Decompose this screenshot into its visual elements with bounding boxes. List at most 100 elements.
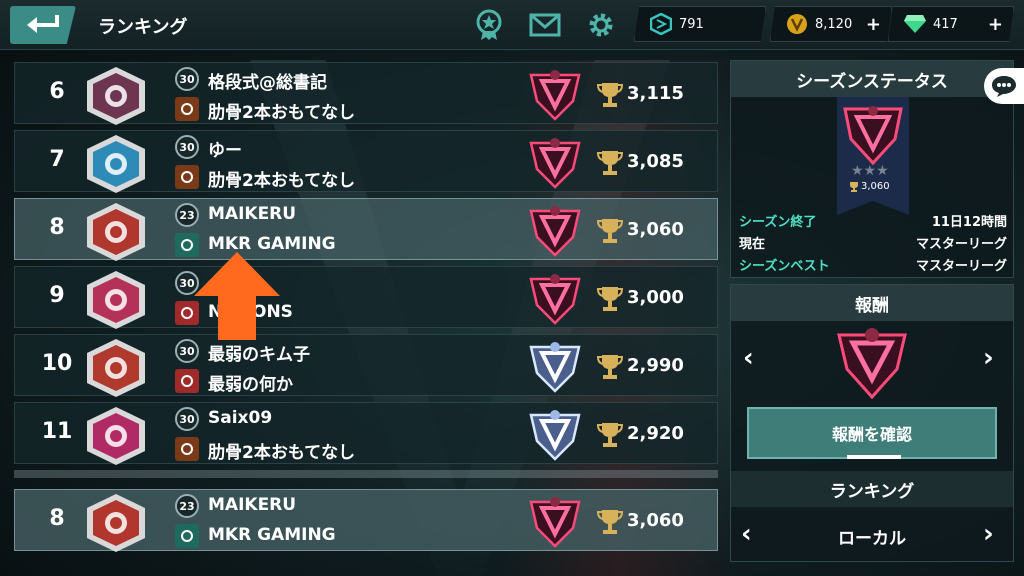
ranking-list[interactable]: 6 30 格段式@総書記 肋骨2本おもてなし 3,115 7 30 ゆー 肋骨2… bbox=[14, 62, 718, 470]
season-league-banner: ★★★ 3,060 bbox=[837, 97, 909, 215]
season-best-row: シーズンベスト マスターリーグ bbox=[739, 259, 1007, 274]
trophy-score: 3,085 bbox=[627, 151, 684, 172]
mail-icon[interactable] bbox=[528, 8, 562, 42]
trophy-icon bbox=[597, 83, 623, 107]
master-league-badge-icon bbox=[529, 138, 581, 189]
player-name[interactable]: MAIKERU bbox=[208, 204, 296, 224]
gold-value: 8,120 bbox=[815, 16, 853, 32]
season-status-title: シーズンステータス bbox=[731, 61, 1013, 97]
master-league-badge-icon bbox=[529, 206, 581, 257]
player-level: 30 bbox=[175, 407, 199, 431]
gold-counter: 8,120 + bbox=[770, 6, 892, 42]
player-name[interactable]: MAIKERU bbox=[208, 495, 296, 515]
player-name[interactable]: ゆー bbox=[208, 136, 242, 161]
crossed-swords-emblem-icon bbox=[87, 203, 145, 261]
trophy-icon bbox=[850, 182, 858, 192]
season-status-panel: シーズンステータス ★★★ 3,060 シーズン終了 11日12時間 現在 マスター… bbox=[730, 60, 1014, 278]
trophy-icon bbox=[597, 355, 623, 379]
player-level: 23 bbox=[175, 494, 199, 518]
reward-panel: 報酬 ‹ › 報酬を確認 ランキング ‹ ローカル › bbox=[730, 284, 1014, 562]
chat-bubble-icon bbox=[992, 76, 1016, 97]
page-title: ランキング bbox=[98, 17, 188, 38]
my-ranking-row[interactable]: 8 23 MAIKERU MKR GAMING 3,060 bbox=[14, 489, 718, 552]
rank-number: 7 bbox=[49, 147, 65, 172]
rank-number: 9 bbox=[49, 283, 65, 308]
player-name[interactable]: 格段式@総書記 bbox=[208, 68, 327, 93]
player-name[interactable]: 最弱のキム子 bbox=[208, 340, 310, 365]
player-level: 30 bbox=[175, 67, 199, 91]
guild-name[interactable]: 肋骨2本おもてなし bbox=[208, 438, 355, 463]
guild-name[interactable]: MKR GAMING bbox=[208, 234, 336, 254]
current-league-row: 現在 マスターリーグ bbox=[739, 237, 1007, 252]
mountain-emblem-icon bbox=[87, 339, 145, 397]
trophy-icon bbox=[597, 219, 623, 243]
region-label: ローカル bbox=[838, 528, 906, 549]
token-value: 791 bbox=[679, 16, 704, 32]
guild-icon bbox=[175, 437, 199, 461]
region-selector[interactable]: ‹ ローカル › bbox=[731, 511, 1013, 561]
list-scroll-divider bbox=[14, 470, 718, 478]
player-level: 30 bbox=[175, 339, 199, 363]
token-icon bbox=[649, 12, 673, 36]
rank-number: 10 bbox=[41, 351, 73, 376]
rank-number: 8 bbox=[49, 506, 65, 531]
region-next-arrow[interactable]: › bbox=[983, 519, 994, 549]
player-name[interactable]: Saix09 bbox=[208, 408, 272, 428]
dragon-emblem-icon bbox=[87, 407, 145, 465]
trophy-score: 2,920 bbox=[627, 423, 684, 444]
rank-number: 8 bbox=[49, 215, 65, 240]
guild-name[interactable]: 肋骨2本おもてなし bbox=[208, 98, 355, 123]
add-gold-button[interactable]: + bbox=[866, 14, 881, 35]
gem-value: 417 bbox=[933, 16, 958, 32]
diamond-league-badge-icon bbox=[529, 342, 581, 393]
reward-next-arrow[interactable]: › bbox=[983, 343, 994, 373]
skull-emblem-icon bbox=[87, 271, 145, 329]
ranking-row[interactable]: 6 30 格段式@総書記 肋骨2本おもてなし 3,115 bbox=[14, 62, 718, 125]
master-league-icon bbox=[843, 106, 903, 166]
crossed-swords-emblem-icon bbox=[87, 494, 145, 552]
check-rewards-button[interactable]: 報酬を確認 bbox=[747, 407, 997, 459]
back-arrow-icon bbox=[27, 15, 59, 33]
gold-coin-icon bbox=[785, 12, 809, 36]
gear-icon[interactable] bbox=[584, 8, 618, 42]
medal-icon[interactable] bbox=[472, 8, 506, 42]
rank-number: 6 bbox=[49, 79, 65, 104]
trophy-score: 3,060 bbox=[627, 219, 684, 240]
ranking-row[interactable]: 11 30 Saix09 肋骨2本おもてなし 2,920 bbox=[14, 402, 718, 465]
guild-name[interactable]: MKR GAMING bbox=[208, 525, 336, 545]
guild-icon bbox=[175, 524, 199, 548]
trophy-score: 3,000 bbox=[627, 287, 684, 308]
gem-counter: 417 + bbox=[888, 6, 1014, 42]
guild-icon bbox=[175, 165, 199, 189]
ranking-row[interactable]: 9 30 NATIONS 3,000 bbox=[14, 266, 718, 329]
diamond-league-badge-icon bbox=[529, 410, 581, 461]
top-bar: ランキング 791 8,120 + 417 + bbox=[0, 0, 1024, 50]
master-league-badge-icon bbox=[529, 70, 581, 121]
reward-prev-arrow[interactable]: ‹ bbox=[743, 343, 754, 373]
reward-title: 報酬 bbox=[731, 285, 1013, 321]
trophy-icon bbox=[597, 423, 623, 447]
guild-icon bbox=[175, 97, 199, 121]
add-gem-button[interactable]: + bbox=[988, 14, 1003, 35]
demon-emblem-icon bbox=[87, 67, 145, 125]
guild-name[interactable]: 最弱の何か bbox=[208, 370, 293, 395]
region-prev-arrow[interactable]: ‹ bbox=[741, 519, 752, 549]
trophy-score: 3,115 bbox=[627, 83, 684, 104]
back-button[interactable] bbox=[10, 6, 76, 44]
token-counter: 791 bbox=[634, 6, 766, 42]
ranking-row[interactable]: 10 30 最弱のキム子 最弱の何か 2,990 bbox=[14, 334, 718, 397]
chat-button[interactable] bbox=[984, 68, 1024, 104]
master-league-badge-icon bbox=[529, 274, 581, 325]
guild-icon bbox=[175, 369, 199, 393]
rank-number: 11 bbox=[41, 419, 73, 444]
guild-name[interactable]: 肋骨2本おもてなし bbox=[208, 166, 355, 191]
orange-up-arrow-icon bbox=[194, 252, 280, 340]
player-level: 23 bbox=[175, 203, 199, 227]
trophy-icon bbox=[597, 151, 623, 175]
reward-league-icon bbox=[837, 328, 907, 400]
ranking-row[interactable]: 7 30 ゆー 肋骨2本おもてなし 3,085 bbox=[14, 130, 718, 193]
season-end-row: シーズン終了 11日12時間 bbox=[739, 215, 1007, 230]
ranking-row[interactable]: 8 23 MAIKERU MKR GAMING 3,060 bbox=[14, 198, 718, 261]
stars-icon: ★★★ bbox=[851, 163, 889, 179]
trophy-icon bbox=[597, 287, 623, 311]
